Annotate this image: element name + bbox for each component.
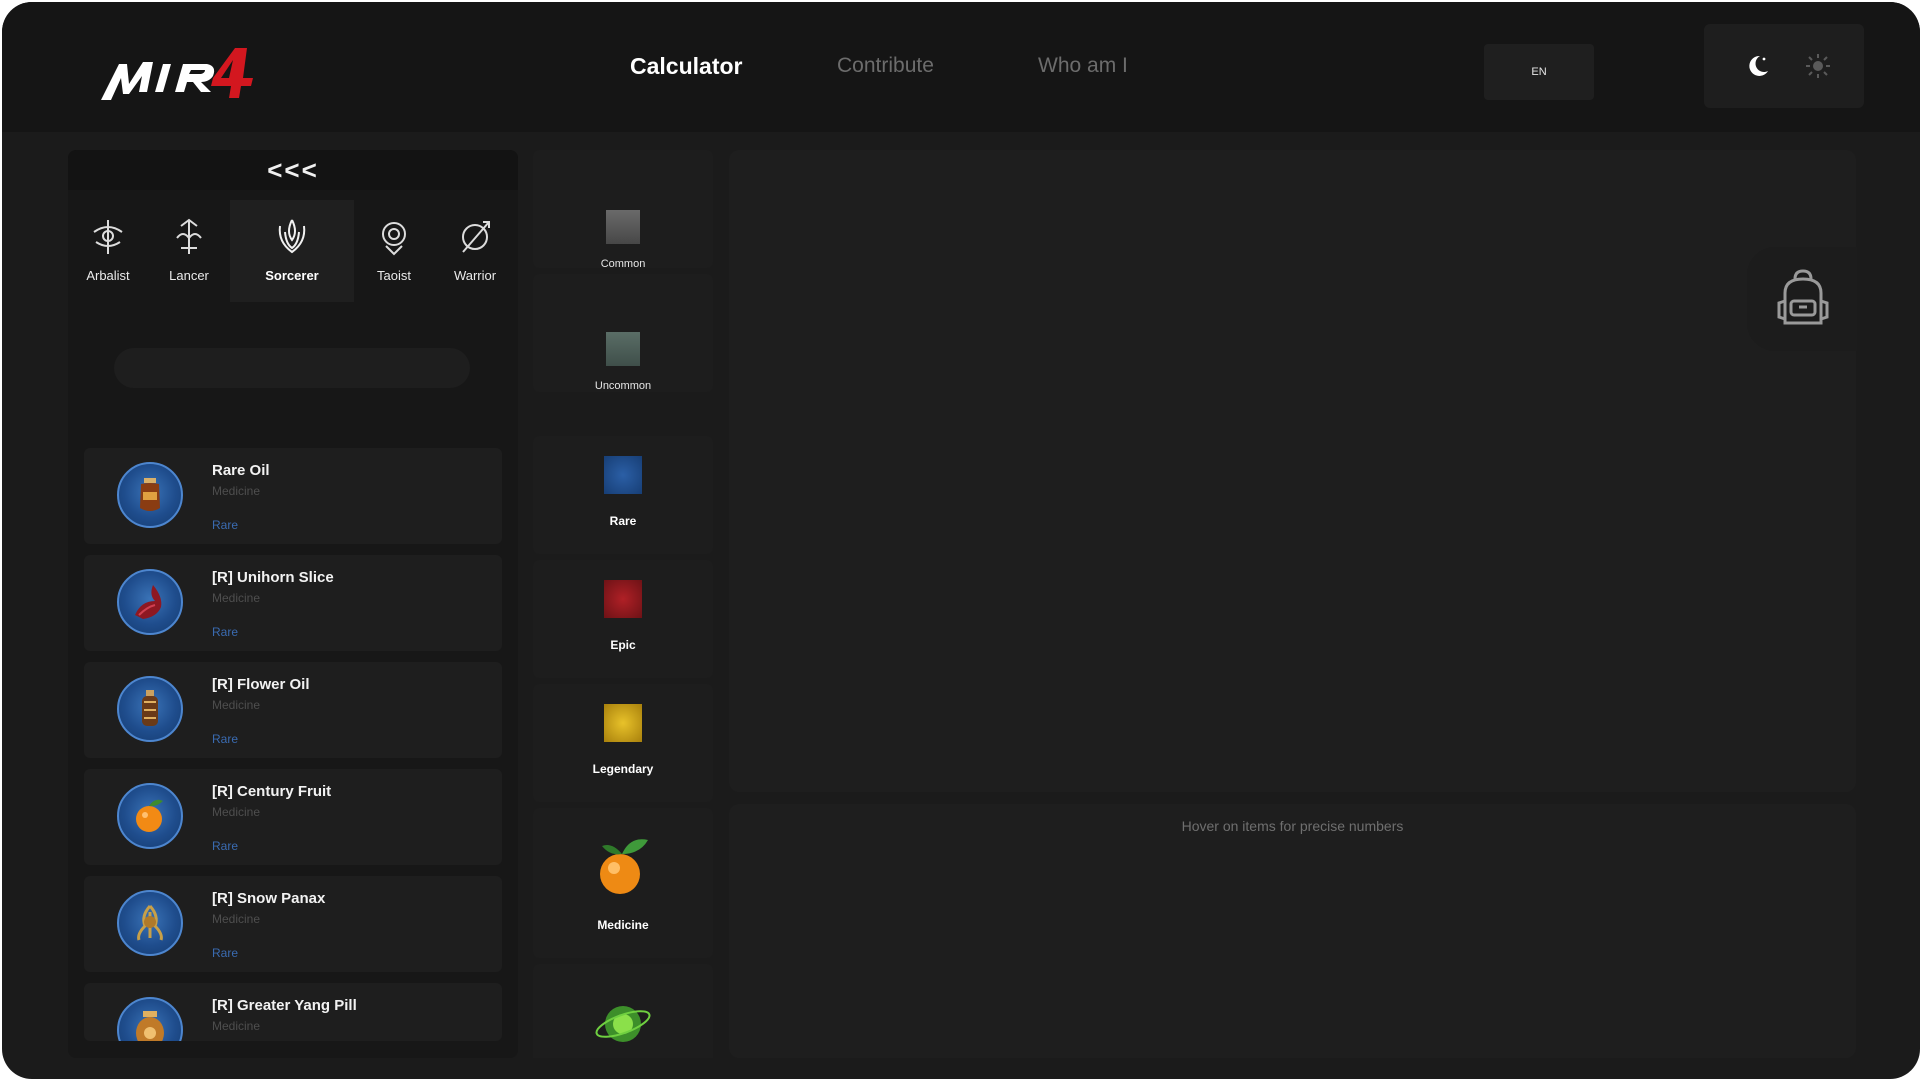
item-card[interactable]: [R] Flower Oil Medicine Rare <box>84 662 502 758</box>
item-card[interactable]: Rare Oil Medicine Rare <box>84 448 502 544</box>
filter-uncommon[interactable]: Uncommon <box>533 274 713 392</box>
item-type: Medicine <box>212 591 261 605</box>
class-tab-arbalist[interactable]: Arbalist <box>68 200 148 302</box>
item-sidebar: <<< Arbalist Lancer Sorcerer Taoist Warr… <box>68 150 518 1058</box>
filter-label: Common <box>600 258 646 270</box>
class-label: Lancer <box>169 268 209 283</box>
warrior-emblem-icon <box>462 221 490 253</box>
filter-epic[interactable]: Epic <box>533 560 713 678</box>
class-label: Taoist <box>377 268 411 283</box>
item-name: [R] Greater Yang Pill <box>212 997 357 1014</box>
legendary-swatch <box>604 704 642 742</box>
filter-label: Legendary <box>592 762 654 776</box>
filter-rare[interactable]: Rare <box>533 436 713 554</box>
horn-slice-icon <box>117 569 183 635</box>
item-card[interactable]: [R] Greater Yang Pill Medicine <box>84 983 502 1041</box>
hover-hint: Hover on items for precise numbers <box>1181 818 1404 834</box>
language-button[interactable]: EN <box>1484 44 1594 100</box>
class-tab-sorcerer[interactable]: Sorcerer <box>230 200 354 302</box>
class-label: Arbalist <box>86 268 130 283</box>
class-label: Sorcerer <box>265 268 319 283</box>
backpack-icon <box>1777 269 1829 325</box>
sun-icon[interactable] <box>1804 52 1832 80</box>
filter-common[interactable]: Common <box>533 150 713 270</box>
pill-jar-icon <box>117 997 183 1041</box>
taoist-emblem-icon <box>382 222 406 256</box>
item-rarity: Rare <box>212 518 239 532</box>
arbalist-emblem-icon <box>93 220 123 254</box>
flower-oil-icon <box>117 676 183 742</box>
filter-label: Uncommon <box>594 380 652 392</box>
item-name: [R] Flower Oil <box>212 676 310 693</box>
theme-toggle <box>1704 24 1864 108</box>
item-rarity: Rare <box>212 732 239 746</box>
filter-category-2[interactable] <box>533 964 713 1058</box>
class-tab-taoist[interactable]: Taoist <box>354 200 434 302</box>
filter-column: Common Uncommon Rare Epic Legendary Medi… <box>533 150 713 1058</box>
filter-label: Rare <box>609 514 637 528</box>
nav-contribute[interactable]: Contribute <box>837 54 934 78</box>
fruit-icon <box>117 783 183 849</box>
app-window: Calculator Contribute Who am I EN <<< Ar… <box>2 2 1920 1079</box>
oil-bottle-icon <box>117 462 183 528</box>
item-rarity: Rare <box>212 625 239 639</box>
item-rarity: Rare <box>212 946 239 960</box>
class-label: Warrior <box>453 268 497 283</box>
item-card[interactable]: [R] Snow Panax Medicine Rare <box>84 876 502 972</box>
item-name: [R] Snow Panax <box>212 890 326 907</box>
panax-root-icon <box>117 890 183 956</box>
epic-swatch <box>604 580 642 618</box>
lancer-emblem-icon <box>176 218 202 254</box>
item-name: [R] Unihorn Slice <box>212 569 334 586</box>
nav-who-am-i[interactable]: Who am I <box>1038 54 1128 78</box>
filter-legendary[interactable]: Legendary <box>533 684 713 802</box>
item-type: Medicine <box>212 484 261 498</box>
item-name: Rare Oil <box>212 462 270 479</box>
rare-swatch <box>604 456 642 494</box>
stats-panel: Hover on items for precise numbers <box>729 804 1856 1058</box>
nav-calculator[interactable]: Calculator <box>630 53 742 80</box>
calculator-panel <box>729 150 1856 792</box>
common-swatch <box>606 210 640 244</box>
uncommon-swatch <box>606 332 640 366</box>
orange-fruit-icon <box>600 839 648 894</box>
inventory-button[interactable] <box>1747 247 1857 351</box>
item-type: Medicine <box>212 805 261 819</box>
collapse-sidebar-button[interactable]: <<< <box>68 150 518 190</box>
mir4-logo[interactable] <box>97 42 307 107</box>
moon-icon[interactable] <box>1744 52 1772 80</box>
item-card[interactable]: [R] Unihorn Slice Medicine Rare <box>84 555 502 651</box>
item-type: Medicine <box>212 698 261 712</box>
filter-label: Medicine <box>597 918 649 932</box>
item-card[interactable]: [R] Century Fruit Medicine Rare <box>84 769 502 865</box>
item-type: Medicine <box>212 1019 261 1033</box>
filter-label: Epic <box>610 638 636 652</box>
class-tab-warrior[interactable]: Warrior <box>434 200 516 302</box>
sorcerer-emblem-icon <box>278 219 306 254</box>
item-type: Medicine <box>212 912 261 926</box>
class-tab-lancer[interactable]: Lancer <box>148 200 230 302</box>
top-bar: Calculator Contribute Who am I EN <box>2 2 1920 132</box>
item-search-input[interactable] <box>114 348 470 388</box>
item-rarity: Rare <box>212 839 239 853</box>
item-name: [R] Century Fruit <box>212 783 332 800</box>
filter-medicine[interactable]: Medicine <box>533 808 713 958</box>
green-orb-icon <box>595 1006 651 1042</box>
